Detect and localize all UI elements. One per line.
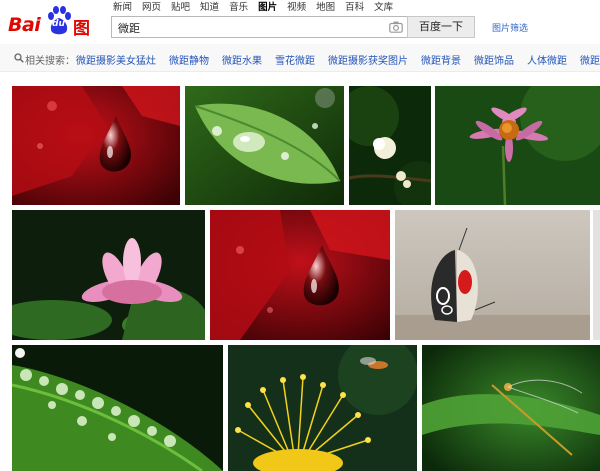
nav-images[interactable]: 图片: [258, 1, 277, 15]
related-search-item[interactable]: 微距摄影美女猛灶: [76, 52, 156, 67]
related-search-item[interactable]: 微距头: [580, 52, 600, 67]
nav-news[interactable]: 新闻: [113, 1, 132, 15]
image-thumbnail-white-bud[interactable]: [349, 86, 431, 205]
image-filter-link[interactable]: 图片筛选: [492, 21, 528, 34]
related-search-item[interactable]: 微距饰品: [474, 52, 514, 67]
related-search-item[interactable]: 微距静物: [169, 52, 209, 67]
image-thumbnail-green-leaf-drops[interactable]: [185, 86, 344, 205]
related-search-label: 相关搜索：: [25, 56, 75, 67]
related-search-item[interactable]: 雪花微距: [275, 52, 315, 67]
search-button[interactable]: 百度一下: [407, 16, 475, 38]
nav-video[interactable]: 视频: [287, 1, 306, 15]
header: Bai du 图片 新闻 网页 贴吧 知道 音乐 图片 视频 地图 百科 文库 …: [0, 0, 600, 64]
image-thumbnail-red-leaf-drop[interactable]: [12, 86, 180, 205]
camera-icon[interactable]: [389, 21, 403, 33]
logo-bai-text: Bai: [8, 14, 41, 36]
image-thumbnail-butterfly[interactable]: [395, 210, 590, 340]
nav-map[interactable]: 地图: [316, 1, 335, 15]
nav-wenku[interactable]: 文库: [374, 1, 393, 15]
nav-tieba[interactable]: 贴吧: [171, 1, 190, 15]
related-search-item[interactable]: 人体微距: [527, 52, 567, 67]
related-search-item[interactable]: 微距摄影获奖图片: [328, 52, 408, 67]
logo-du-text: du: [52, 19, 65, 29]
related-search-item[interactable]: 微距背景: [421, 52, 461, 67]
image-thumbnail-damselfly[interactable]: [422, 345, 600, 471]
image-thumbnail-red-leaf-drop-2[interactable]: [210, 210, 390, 340]
image-thumbnail-pink-lotus[interactable]: [12, 210, 205, 340]
image-thumbnail-yellow-flower[interactable]: [228, 345, 417, 471]
nav-baike[interactable]: 百科: [345, 1, 364, 15]
related-search-bar: 相关搜索： 微距摄影美女猛灶 微距静物 微距水果 雪花微距 微距摄影获奖图片 微…: [0, 44, 600, 72]
image-thumbnail-green-leaf-dew[interactable]: [12, 345, 223, 471]
related-search-list: 微距摄影美女猛灶 微距静物 微距水果 雪花微距 微距摄影获奖图片 微距背景 微距…: [76, 52, 600, 67]
top-nav: 新闻 网页 贴吧 知道 音乐 图片 视频 地图 百科 文库: [113, 1, 393, 15]
baidu-logo[interactable]: Bai du 图片: [6, 4, 102, 64]
search-icon: [14, 53, 24, 63]
image-thumbnail-pink-daisy[interactable]: [435, 86, 600, 205]
search-box: [111, 16, 407, 38]
image-thumbnail-cropped[interactable]: [593, 210, 600, 340]
nav-zhidao[interactable]: 知道: [200, 1, 219, 15]
search-input[interactable]: [112, 18, 382, 38]
nav-music[interactable]: 音乐: [229, 1, 248, 15]
related-search-item[interactable]: 微距水果: [222, 52, 262, 67]
nav-web[interactable]: 网页: [142, 1, 161, 15]
